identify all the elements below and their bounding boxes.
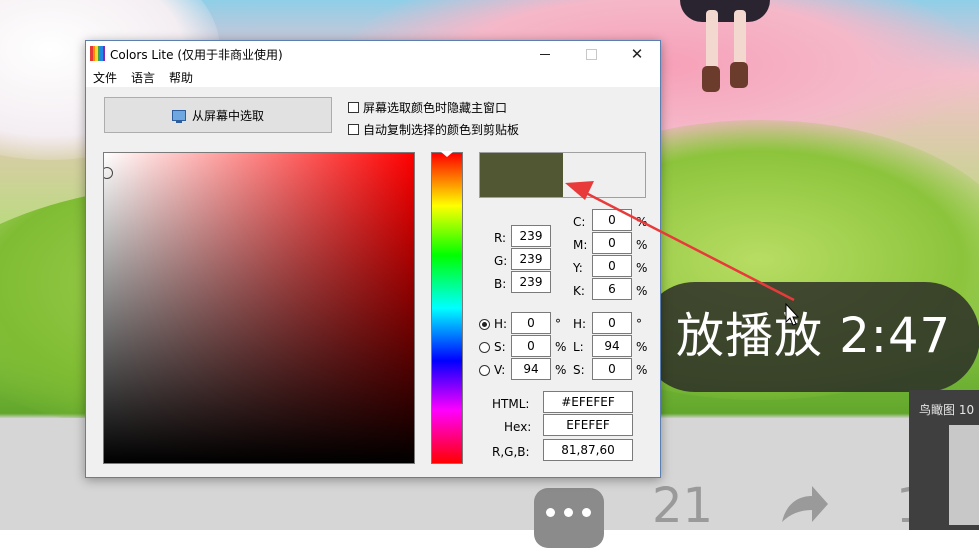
hsv-s-label: S: bbox=[494, 340, 506, 354]
rgb-triple-field[interactable]: 81,87,60 bbox=[543, 439, 633, 461]
previous-color-swatch bbox=[563, 153, 645, 197]
hide-main-window-checkbox[interactable]: 屏幕选取颜色时隐藏主窗口 bbox=[348, 99, 507, 116]
hex-code-field[interactable]: EFEFEF bbox=[543, 414, 633, 436]
color-preview bbox=[479, 152, 646, 198]
y-input[interactable]: 0 bbox=[592, 255, 632, 277]
hsl-l-unit: % bbox=[636, 340, 648, 354]
hsl-s-input[interactable]: 0 bbox=[592, 358, 632, 380]
saturation-value-picker[interactable] bbox=[103, 152, 415, 464]
value-gradient bbox=[104, 153, 414, 463]
share-arrow-icon bbox=[782, 486, 828, 522]
rgb-triple-label: R,G,B: bbox=[492, 445, 530, 459]
maximize-button[interactable] bbox=[568, 41, 614, 67]
checkbox-box[interactable] bbox=[348, 124, 359, 135]
monitor-icon bbox=[171, 109, 186, 123]
hsv-s-radio[interactable] bbox=[479, 342, 490, 353]
colors-lite-window: Colors Lite (仅用于非商业使用) ✕ 文件 语言 帮助 从屏幕中选取… bbox=[85, 40, 661, 478]
m-unit: % bbox=[636, 238, 648, 252]
menu-file[interactable]: 文件 bbox=[93, 69, 117, 86]
close-button[interactable]: ✕ bbox=[614, 41, 660, 67]
r-input[interactable]: 239 bbox=[511, 225, 551, 247]
hex-label: Hex: bbox=[504, 420, 532, 434]
c-input[interactable]: 0 bbox=[592, 209, 632, 231]
g-input[interactable]: 239 bbox=[511, 248, 551, 270]
maximize-icon bbox=[585, 48, 597, 60]
title-bar[interactable]: Colors Lite (仅用于非商业使用) ✕ bbox=[86, 41, 660, 67]
hsv-h-input[interactable]: 0 bbox=[511, 312, 551, 334]
g-label: G: bbox=[494, 254, 508, 268]
birdseye-panel[interactable]: 鸟瞰图 10 bbox=[909, 390, 979, 530]
k-unit: % bbox=[636, 284, 648, 298]
m-input[interactable]: 0 bbox=[592, 232, 632, 254]
hsv-v-radio[interactable] bbox=[479, 365, 490, 376]
close-icon: ✕ bbox=[630, 44, 644, 63]
menu-help[interactable]: 帮助 bbox=[169, 69, 193, 86]
b-label: B: bbox=[494, 277, 507, 291]
video-time-text: 放播放 2:47 bbox=[676, 308, 952, 364]
hue-slider[interactable] bbox=[431, 151, 463, 464]
comment-count: 21 bbox=[652, 478, 714, 534]
hsl-s-unit: % bbox=[636, 363, 648, 377]
c-label: C: bbox=[573, 215, 586, 229]
hsv-v-input[interactable]: 94 bbox=[511, 358, 551, 380]
hsl-l-label: L: bbox=[573, 340, 584, 354]
more-icon[interactable] bbox=[534, 488, 604, 548]
share-icon[interactable] bbox=[776, 478, 832, 546]
colors-lite-app-icon bbox=[90, 46, 105, 61]
hsv-h-radio[interactable] bbox=[479, 319, 490, 330]
hsv-s-input[interactable]: 0 bbox=[511, 335, 551, 357]
hsv-h-label: H: bbox=[494, 317, 508, 331]
hsl-l-input[interactable]: 94 bbox=[592, 335, 632, 357]
r-label: R: bbox=[494, 231, 507, 245]
hsl-s-label: S: bbox=[573, 363, 585, 377]
menu-bar: 文件 语言 帮助 bbox=[86, 67, 660, 87]
checkbox-box[interactable] bbox=[348, 102, 359, 113]
birdseye-label: 鸟瞰图 10 bbox=[919, 403, 975, 417]
y-label: Y: bbox=[573, 261, 583, 275]
auto-copy-checkbox[interactable]: 自动复制选择的颜色到剪贴板 bbox=[348, 121, 519, 138]
hsl-h-unit: ° bbox=[636, 317, 642, 331]
hue-slider-marker[interactable] bbox=[440, 151, 454, 157]
k-label: K: bbox=[573, 284, 585, 298]
minimize-icon bbox=[540, 53, 550, 55]
hsv-v-label: V: bbox=[494, 363, 506, 377]
hsl-h-label: H: bbox=[573, 317, 587, 331]
k-input[interactable]: 6 bbox=[592, 278, 632, 300]
c-unit: % bbox=[636, 215, 648, 229]
current-color-swatch bbox=[480, 153, 563, 197]
m-label: M: bbox=[573, 238, 588, 252]
hsv-h-unit: ° bbox=[555, 317, 561, 331]
menu-language[interactable]: 语言 bbox=[131, 69, 155, 86]
hsv-v-unit: % bbox=[555, 363, 567, 377]
pick-from-screen-label: 从屏幕中选取 bbox=[191, 108, 264, 123]
hsv-s-unit: % bbox=[555, 340, 567, 354]
window-title: Colors Lite (仅用于非商业使用) bbox=[110, 48, 283, 62]
character-legs bbox=[700, 0, 760, 100]
pick-from-screen-button[interactable]: 从屏幕中选取 bbox=[104, 97, 332, 133]
y-unit: % bbox=[636, 261, 648, 275]
html-code-field[interactable]: #EFEFEF bbox=[543, 391, 633, 413]
minimize-button[interactable] bbox=[522, 41, 568, 67]
b-input[interactable]: 239 bbox=[511, 271, 551, 293]
hide-main-window-label: 屏幕选取颜色时隐藏主窗口 bbox=[363, 101, 508, 115]
birdseye-thumbnail bbox=[949, 425, 979, 525]
auto-copy-label: 自动复制选择的颜色到剪贴板 bbox=[363, 123, 520, 137]
html-label: HTML: bbox=[492, 397, 530, 411]
hsl-h-input[interactable]: 0 bbox=[592, 312, 632, 334]
